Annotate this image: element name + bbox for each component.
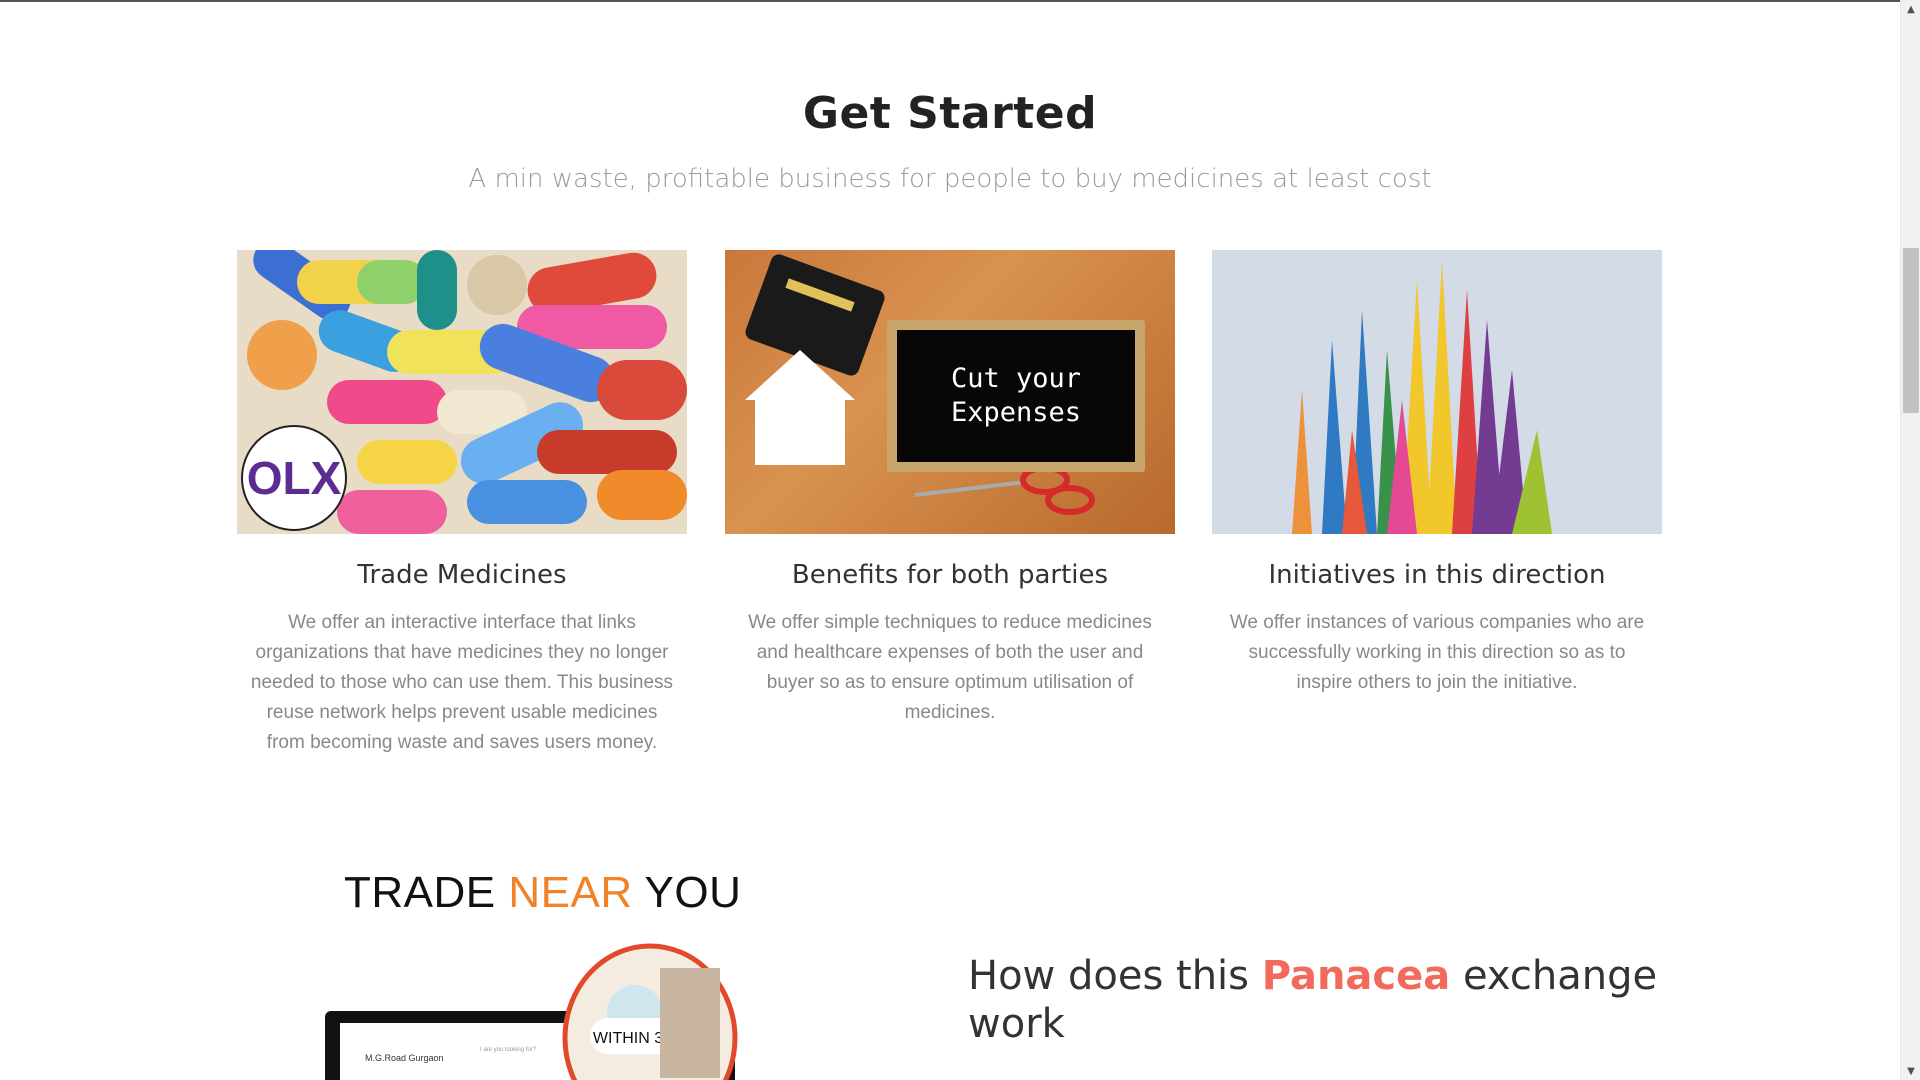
card-trade-medicines: OLX Trade Medicines We offer an interact… (237, 250, 687, 758)
laptop-map-illustration: M.G.Road Gurgaon I are you looking for? … (325, 943, 738, 1080)
olx-logo-text: OLX (247, 452, 342, 504)
card-description: We offer an interactive interface that l… (250, 612, 674, 753)
panacea-brand: Panacea (1261, 953, 1451, 999)
near-word: NEAR (508, 868, 633, 917)
top-border-line (0, 0, 1900, 2)
trade-near-you-heading: TRADE NEAR YOU (344, 868, 741, 918)
pills-image: OLX (237, 250, 687, 534)
trade-word: TRADE (344, 868, 496, 917)
card-initiatives: Initiatives in this direction We offer i… (1212, 250, 1662, 698)
card-description: We offer simple techniques to reduce med… (748, 612, 1152, 723)
card-title: Benefits for both parties (791, 560, 1109, 590)
you-word: YOU (644, 868, 742, 917)
section-subtitle: A min waste, profitable business for peo… (468, 164, 1432, 194)
raised-hands-illustration (1212, 250, 1662, 534)
scroll-up-icon[interactable]: ▲ (1901, 0, 1920, 18)
board-line-1: Cut your (950, 363, 1082, 394)
card-description: We offer instances of various companies … (1229, 612, 1645, 693)
how-it-works-heading: How does this Panacea exchange work (968, 952, 1668, 1048)
page-scrollbar[interactable]: ▲ ▼ (1900, 0, 1920, 1080)
screen-location: M.G.Road Gurgaon (365, 1053, 444, 1063)
scrollbar-thumb[interactable] (1903, 248, 1919, 413)
card-benefits: Cut your Expenses Benefits for both part… (725, 250, 1175, 728)
screen-search: I are you looking for? (480, 1047, 537, 1053)
scroll-down-icon[interactable]: ▼ (1901, 1062, 1920, 1080)
expenses-image: Cut your Expenses (725, 250, 1175, 534)
how-prefix: How does this (968, 953, 1249, 999)
trade-near-you-graphic: M.G.Road Gurgaon I are you looking for? … (320, 938, 740, 1080)
raised-hands-image (1212, 250, 1662, 534)
pills-illustration: OLX (237, 250, 687, 534)
section-title: Get Started (802, 88, 1098, 139)
card-title: Trade Medicines (357, 560, 567, 590)
chalkboard: Cut your Expenses (887, 320, 1145, 472)
card-title: Initiatives in this direction (1268, 560, 1606, 590)
board-line-2: Expenses (950, 397, 1082, 428)
